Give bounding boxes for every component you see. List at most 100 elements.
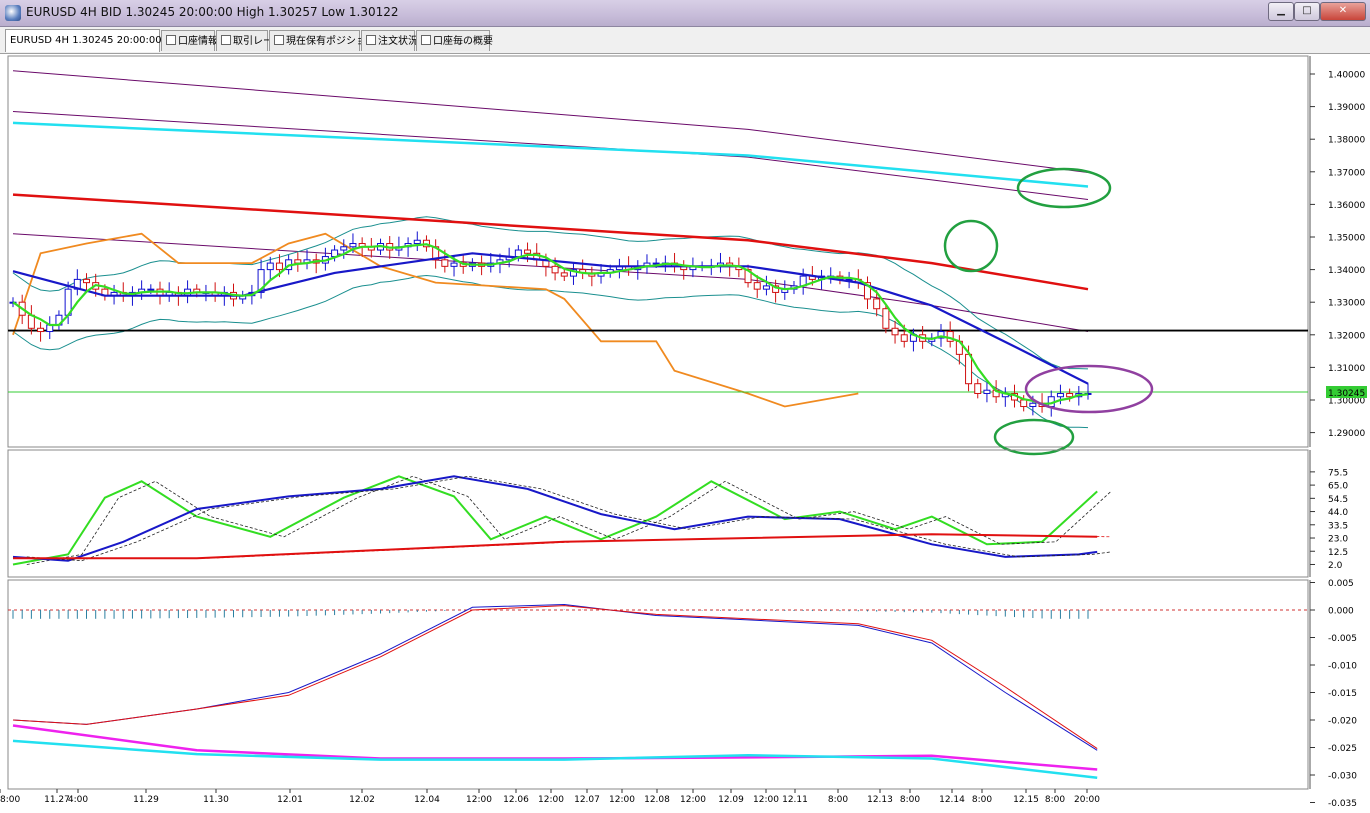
time-axis-label: 8:00: [0, 795, 20, 805]
candle-body: [37, 327, 45, 333]
macd-axis-tick-label: -0.015: [1328, 689, 1357, 699]
close-button[interactable]: ✕: [1320, 2, 1366, 21]
checkbox-icon: [166, 35, 176, 45]
candle-body: [1029, 402, 1037, 408]
macd-axis-tick-label: 0.005: [1328, 579, 1354, 589]
app-icon: [5, 5, 21, 21]
candle-body: [1056, 392, 1064, 398]
macd-axis-tick-label: -0.005: [1328, 634, 1357, 644]
candle-body: [551, 265, 559, 274]
candle-body: [873, 298, 881, 310]
tab-account-info[interactable]: 口座情報: [161, 30, 218, 51]
tab-label: 注文状況: [378, 36, 418, 47]
checkbox-icon: [274, 35, 284, 45]
checkbox-icon: [421, 35, 431, 45]
time-axis-label: 12.04: [414, 795, 440, 805]
time-axis-label: 11.27: [44, 795, 70, 805]
time-axis-label: 12.14: [939, 795, 965, 805]
time-axis-label: 12:00: [680, 795, 706, 805]
tab-account-summary[interactable]: 口座毎の概要: [416, 30, 493, 51]
time-axis-label: 12.02: [349, 795, 375, 805]
time-axis-label: 8:00: [972, 795, 992, 805]
candle-body: [974, 383, 982, 394]
time-axis-label: 4:00: [68, 795, 88, 805]
candle-body: [275, 262, 283, 271]
osc-axis-tick-label: 54.5: [1328, 495, 1348, 505]
tab-rates[interactable]: 取引レート: [216, 30, 283, 51]
time-axis-label: 12.15: [1013, 795, 1039, 805]
price-axis-tick-label: 1.33000: [1328, 299, 1365, 309]
tab-bar: EURUSD 4H 1.30245 20:00:00 口座情報 取引レート 現在…: [0, 27, 1370, 54]
current-price-label: 1.30245: [1328, 389, 1365, 399]
candle-body: [450, 262, 458, 267]
time-axis-label: 12.01: [277, 795, 303, 805]
macd-axis-tick-label: -0.030: [1328, 772, 1357, 782]
time-axis-label: 12.07: [574, 795, 600, 805]
osc-axis-tick-label: 44.0: [1328, 508, 1348, 518]
candle-body: [983, 389, 991, 394]
tab-positions[interactable]: 現在保有ポジション: [269, 30, 376, 51]
candle-body: [753, 282, 761, 290]
price-axis-tick-label: 1.40000: [1328, 71, 1365, 81]
tab-label: 口座毎の概要: [433, 36, 493, 47]
candle-body: [294, 259, 302, 264]
candle-body: [413, 239, 421, 245]
osc-axis-tick-label: 75.5: [1328, 468, 1348, 478]
chart-canvas[interactable]: 1.40000 1.39000 1.38000 1.37000 1.36000 1.350…: [0, 54, 1370, 809]
checkbox-icon: [366, 35, 376, 45]
time-axis-label: 11.30: [203, 795, 229, 805]
maximize-button[interactable]: □: [1294, 2, 1320, 21]
price-axis-tick-label: 1.35000: [1328, 234, 1365, 244]
time-axis-label: 12.09: [718, 795, 744, 805]
candle-body: [349, 243, 357, 248]
window-title: EURUSD 4H BID 1.30245 20:00:00 High 1.30…: [26, 5, 399, 19]
time-axis-label: 12.06: [503, 795, 529, 805]
price-axis-tick-label: 1.39000: [1328, 103, 1365, 113]
candle-body: [560, 272, 568, 277]
candle-body: [1020, 399, 1028, 408]
candle-body: [83, 278, 91, 284]
candle-body: [1066, 392, 1074, 398]
macd-axis-tick-label: -0.025: [1328, 744, 1357, 754]
price-axis-tick-label: 1.36000: [1328, 201, 1365, 211]
osc-axis-tick-label: 65.0: [1328, 482, 1348, 492]
macd-axis-tick-label: -0.020: [1328, 717, 1357, 727]
tab-label: 口座情報: [178, 36, 218, 47]
candle-body: [524, 249, 532, 254]
macd-axis-tick-label: 0.000: [1328, 607, 1354, 617]
macd-axis-tick-label: -0.010: [1328, 662, 1357, 672]
time-axis-label: 11.29: [133, 795, 159, 805]
candle-body: [882, 308, 890, 329]
time-axis-label: 12:00: [538, 795, 564, 805]
osc-axis-tick-label: 23.0: [1328, 535, 1348, 545]
price-axis-tick-label: 1.37000: [1328, 168, 1365, 178]
price-axis-tick-label: 1.29000: [1328, 429, 1365, 439]
chart-window[interactable]: 1.40000 1.39000 1.38000 1.37000 1.36000 1.350…: [0, 54, 1370, 809]
tab-chart[interactable]: EURUSD 4H 1.30245 20:00:00: [5, 29, 162, 52]
price-axis-tick-label: 1.31000: [1328, 364, 1365, 374]
macd-axis-tick-label: -0.035: [1328, 799, 1357, 809]
osc-axis-tick-label: 12.5: [1328, 548, 1348, 558]
minimize-button[interactable]: ▁: [1268, 2, 1294, 21]
time-axis-label: 12:00: [609, 795, 635, 805]
time-axis-label: 12:00: [753, 795, 779, 805]
candle-body: [441, 259, 449, 267]
time-axis-label: 12.11: [782, 795, 808, 805]
time-axis-label: 12.08: [644, 795, 670, 805]
tab-label: EURUSD 4H 1.30245 20:00:00: [10, 35, 162, 46]
time-axis-label: 8:00: [828, 795, 848, 805]
candle-body: [891, 327, 899, 336]
tab-orders[interactable]: 注文状況: [361, 30, 418, 51]
candle-body: [266, 262, 274, 271]
price-axis-tick-label: 1.34000: [1328, 266, 1365, 276]
checkbox-icon: [221, 35, 231, 45]
time-axis-label: 8:00: [1045, 795, 1065, 805]
candle-body: [147, 288, 155, 291]
candle-body: [514, 249, 522, 258]
candle-body: [340, 246, 348, 251]
osc-axis-tick-label: 33.5: [1328, 521, 1348, 531]
osc-axis-tick-label: 2.0: [1328, 561, 1343, 571]
candle-body: [762, 285, 770, 290]
time-axis-label: 20:00: [1074, 795, 1100, 805]
candle-body: [965, 353, 973, 385]
